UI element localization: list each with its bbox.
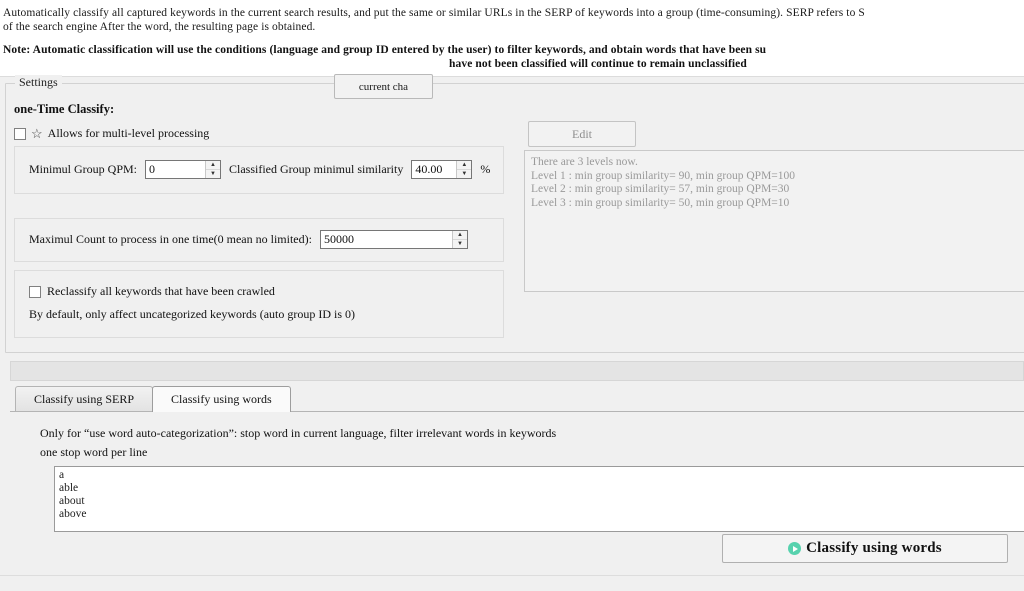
star-outline-icon: ☆ <box>31 125 43 141</box>
max-count-spin-buttons[interactable]: ▲ ▼ <box>451 231 467 248</box>
tab-area: Classify using SERP Classify using words… <box>5 361 1024 536</box>
min-similarity-stepper[interactable]: ▲ ▼ <box>411 160 473 179</box>
classify-button-label: Classify using words <box>806 540 942 556</box>
note-line-2: have not been classified will continue t… <box>449 58 747 70</box>
spin-down-icon[interactable]: ▼ <box>206 170 220 178</box>
tab-panel-classify-using-words: Only for “use word auto-categorization”:… <box>10 411 1024 535</box>
group-threshold-box: Minimul Group QPM: ▲ ▼ Classified Group … <box>14 146 504 194</box>
classify-using-words-button[interactable]: Classify using words <box>722 534 1008 563</box>
settings-legend: Settings <box>15 75 62 90</box>
min-similarity-input[interactable] <box>412 161 457 178</box>
multilevel-label: Allows for multi-level processing <box>47 126 210 140</box>
stop-word-item: about <box>59 495 85 507</box>
bottom-status-bar <box>0 575 1024 591</box>
stop-word-item: able <box>59 482 79 494</box>
tab-strip: Classify using SERP Classify using words <box>15 386 291 412</box>
tab-classify-using-serp[interactable]: Classify using SERP <box>15 386 154 412</box>
multilevel-processing-row[interactable]: ☆ Allows for multi-level processing <box>14 126 209 141</box>
stop-words-textarea[interactable]: a able about above <box>54 466 1024 532</box>
tab-spacer-bar <box>10 361 1024 381</box>
reclassify-box: Reclassify all keywords that have been c… <box>14 270 504 338</box>
min-group-qpm-spin-buttons[interactable]: ▲ ▼ <box>205 161 221 178</box>
spin-up-icon[interactable]: ▲ <box>452 231 467 240</box>
note-line-1: Note: Automatic classification will use … <box>3 44 767 56</box>
stopword-help-line-2: one stop word per line <box>40 445 148 459</box>
max-count-stepper[interactable]: ▲ ▼ <box>319 230 468 249</box>
level-line: Level 1 : min group similarity= 90, min … <box>531 169 796 182</box>
max-count-input[interactable] <box>320 231 452 248</box>
reclassify-label: Reclassify all keywords that have been c… <box>47 284 275 298</box>
current-change-label: current cha <box>358 80 409 93</box>
min-similarity-label: Classified Group minimul similarity <box>229 162 404 176</box>
levels-summary: There are 3 levels now. <box>531 156 638 168</box>
level-line: Level 3 : min group similarity= 50, min … <box>531 196 790 209</box>
stopword-help-line-1: Only for “use word auto-categorization”:… <box>40 426 557 440</box>
spin-up-icon[interactable]: ▲ <box>457 161 472 170</box>
current-change-button[interactable]: current cha <box>334 74 433 99</box>
spin-up-icon[interactable]: ▲ <box>206 161 221 170</box>
settings-group-box: Settings one-Time Classify: ☆ Allows for… <box>5 75 1024 353</box>
group-threshold-row: Minimul Group QPM: ▲ ▼ Classified Group … <box>29 160 490 179</box>
description-line-2: of the search engine After the word, the… <box>3 21 316 33</box>
stop-word-item: above <box>59 508 87 520</box>
min-group-qpm-stepper[interactable]: ▲ ▼ <box>145 160 222 179</box>
spin-down-icon[interactable]: ▼ <box>457 170 471 178</box>
description-block: Automatically classify all captured keyw… <box>0 0 1024 76</box>
spin-down-icon[interactable]: ▼ <box>453 240 467 248</box>
max-count-row: Maximul Count to process in one time(0 m… <box>29 230 468 249</box>
min-similarity-spin-buttons[interactable]: ▲ ▼ <box>456 161 472 178</box>
one-time-classify-title: one-Time Classify: <box>14 102 115 116</box>
multilevel-checkbox[interactable] <box>14 127 26 140</box>
similarity-unit: % <box>480 162 491 176</box>
main-panel: Settings one-Time Classify: ☆ Allows for… <box>0 75 1024 591</box>
min-group-qpm-label: Minimul Group QPM: <box>29 162 138 176</box>
description-line-1: Automatically classify all captured keyw… <box>3 7 865 19</box>
stop-word-item: a <box>59 469 65 481</box>
min-group-qpm-input[interactable] <box>146 161 206 178</box>
tab-classify-using-words[interactable]: Classify using words <box>152 386 291 412</box>
reclassify-row[interactable]: Reclassify all keywords that have been c… <box>29 284 275 299</box>
play-circle-icon <box>788 542 802 555</box>
max-count-box: Maximul Count to process in one time(0 m… <box>14 218 504 262</box>
levels-readout: There are 3 levels now. Level 1 : min gr… <box>524 150 1024 292</box>
edit-levels-button[interactable]: Edit <box>528 121 636 147</box>
reclassify-note: By default, only affect uncategorized ke… <box>29 307 356 321</box>
reclassify-checkbox[interactable] <box>29 285 41 298</box>
max-count-label: Maximul Count to process in one time(0 m… <box>29 232 312 246</box>
level-line: Level 2 : min group similarity= 57, min … <box>531 183 790 195</box>
